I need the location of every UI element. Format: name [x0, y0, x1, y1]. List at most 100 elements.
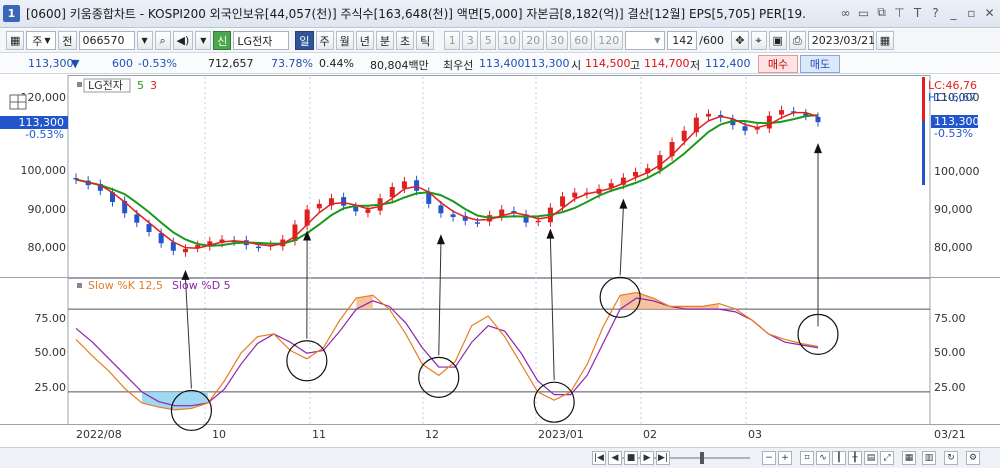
interval-1-button[interactable]: 1 — [444, 31, 461, 50]
stock-name-field[interactable]: LG전자 — [233, 31, 290, 50]
calendar-icon[interactable]: ▦ — [875, 31, 895, 50]
chart-area[interactable]: LG전자 5 3 120,000 100,000 90,000 80,000 1… — [0, 75, 1000, 447]
chart-canvas[interactable]: LG전자 5 3 120,000 100,000 90,000 80,000 1… — [0, 75, 1000, 447]
first-bar-button[interactable]: |◀ — [592, 451, 606, 465]
price-change-pct: -0.53% — [138, 57, 177, 70]
print-icon[interactable]: ⎙ — [788, 31, 806, 50]
speaker-icon[interactable]: ◀) — [172, 31, 194, 50]
candle-body — [815, 116, 821, 123]
market-select[interactable]: 주 ▼ — [26, 31, 57, 50]
chart-toolbar: ▦ 주 ▼ 전 066570 ▼ ⌕ ◀) ▼ 신 LG전자 일 주 월 년 분 … — [0, 29, 1000, 53]
view-mode-icon[interactable]: ▤ — [864, 451, 878, 465]
bar-count-total: /600 — [699, 34, 724, 47]
price-change: 600 — [112, 57, 133, 70]
x-label-2023-01: 2023/01 — [538, 428, 584, 441]
interval-60-button[interactable]: 60 — [570, 31, 593, 50]
candle-body — [401, 181, 407, 189]
price-y-label-80000: 80,000 — [28, 241, 67, 254]
interval-30-button[interactable]: 30 — [546, 31, 569, 50]
window-minimize-button[interactable]: _ — [947, 5, 960, 20]
search-icon[interactable]: ⌕ — [154, 31, 171, 50]
price-y-label-90000: 90,000 — [28, 203, 67, 216]
custom-interval-select[interactable]: ▼ — [625, 31, 666, 50]
zoom-out-button[interactable]: − — [762, 451, 776, 465]
expand-icon[interactable]: ⤢ — [880, 451, 894, 465]
prev-button[interactable]: 전 — [58, 31, 77, 50]
minimize-icon[interactable]: ▭ — [857, 5, 870, 20]
price-legend-ma1: 5 — [137, 79, 144, 92]
crosshair-icon[interactable]: ⌖ — [750, 31, 767, 50]
settings-dropdown-icon[interactable]: ▼ — [195, 31, 212, 50]
pin-icon[interactable]: ⊤ — [893, 5, 906, 20]
x-label-2022-08: 2022/08 — [76, 428, 122, 441]
date-input[interactable]: 2023/03/21 — [807, 31, 875, 50]
restore-icon[interactable]: ⧉ — [875, 5, 888, 20]
candle-body — [389, 187, 395, 198]
zoom-slider-thumb[interactable] — [700, 452, 704, 464]
stop-button[interactable]: ■ — [624, 451, 638, 465]
right-price-label-90000: 90,000 — [934, 203, 973, 216]
price-legend-ma2: 3 — [150, 79, 157, 92]
right-range-bar-down — [922, 121, 925, 185]
candle-body — [657, 155, 663, 170]
period-month-tab[interactable]: 월 — [335, 31, 354, 50]
chart-type-icon[interactable]: ⌗ — [800, 451, 814, 465]
bar-type-icon[interactable]: ╂ — [848, 451, 862, 465]
stock-code-input[interactable]: 066570 — [78, 31, 135, 50]
split-icon[interactable]: ▥ — [922, 451, 936, 465]
chevron-down-icon: ▼ — [654, 36, 661, 45]
interval-5-button[interactable]: 5 — [480, 31, 497, 50]
prev-bar-button[interactable]: ◀ — [608, 451, 622, 465]
interval-3-button[interactable]: 3 — [462, 31, 479, 50]
next-bar-button[interactable]: ▶ — [640, 451, 654, 465]
buy-button[interactable]: 매수 — [758, 55, 798, 73]
period-week-tab[interactable]: 주 — [315, 31, 334, 50]
candle-body — [255, 246, 261, 249]
last-bar-button[interactable]: ▶| — [656, 451, 670, 465]
period-tick-tab[interactable]: 틱 — [416, 31, 435, 50]
new-badge[interactable]: 신 — [213, 31, 232, 50]
candle-body — [438, 205, 444, 214]
candle-body — [365, 209, 371, 213]
sell-button[interactable]: 매도 — [800, 55, 840, 73]
x-label-12: 12 — [425, 428, 439, 441]
zoom-in-button[interactable]: + — [778, 451, 792, 465]
help-icon[interactable]: ? — [929, 5, 942, 20]
period-second-tab[interactable]: 초 — [396, 31, 415, 50]
volume-value: 712,657 — [208, 57, 254, 70]
line-type-icon[interactable]: ∿ — [816, 451, 830, 465]
option-icon[interactable]: ⚙ — [966, 451, 980, 465]
x-label-11: 11 — [312, 428, 326, 441]
stoch-y-label-75: 75.00 — [35, 312, 67, 325]
save-icon[interactable]: ▣ — [768, 31, 787, 50]
interval-120-button[interactable]: 120 — [594, 31, 624, 50]
period-day-tab[interactable]: 일 — [295, 31, 314, 50]
candle-type-icon[interactable]: ┃ — [832, 451, 846, 465]
layout-icon[interactable]: ▦ — [902, 451, 916, 465]
candle-body — [535, 220, 541, 223]
candle-body — [134, 214, 140, 223]
stoch-right-label-25: 25.00 — [934, 381, 966, 394]
interval-20-button[interactable]: 20 — [522, 31, 545, 50]
interval-10-button[interactable]: 10 — [498, 31, 521, 50]
window-maximize-button[interactable]: ▫ — [965, 5, 978, 20]
candle-body — [182, 248, 188, 253]
period-minute-tab[interactable]: 분 — [375, 31, 395, 50]
link-icon[interactable]: ∞ — [839, 5, 852, 20]
turnover-rate: 0.44% — [319, 57, 354, 70]
best-bid-value: 113,300 — [524, 57, 570, 70]
open-label: 시 — [571, 59, 582, 72]
grid-menu-icon[interactable]: ▦ — [6, 31, 25, 50]
text-icon[interactable]: T — [911, 5, 924, 20]
stoch-right-label-75: 75.00 — [934, 312, 966, 325]
market-select-value: 주 — [32, 34, 43, 48]
legend-square-icon — [77, 82, 82, 87]
bar-count-input[interactable]: 142 — [667, 31, 698, 50]
period-year-tab[interactable]: 년 — [355, 31, 374, 50]
draw-tools-icon[interactable]: ✥ — [731, 31, 749, 50]
window-close-button[interactable]: ✕ — [983, 5, 996, 20]
x-label-02: 02 — [643, 428, 657, 441]
candle-body — [474, 222, 480, 224]
refresh-icon[interactable]: ↻ — [944, 451, 958, 465]
code-dropdown-icon[interactable]: ▼ — [136, 31, 153, 50]
